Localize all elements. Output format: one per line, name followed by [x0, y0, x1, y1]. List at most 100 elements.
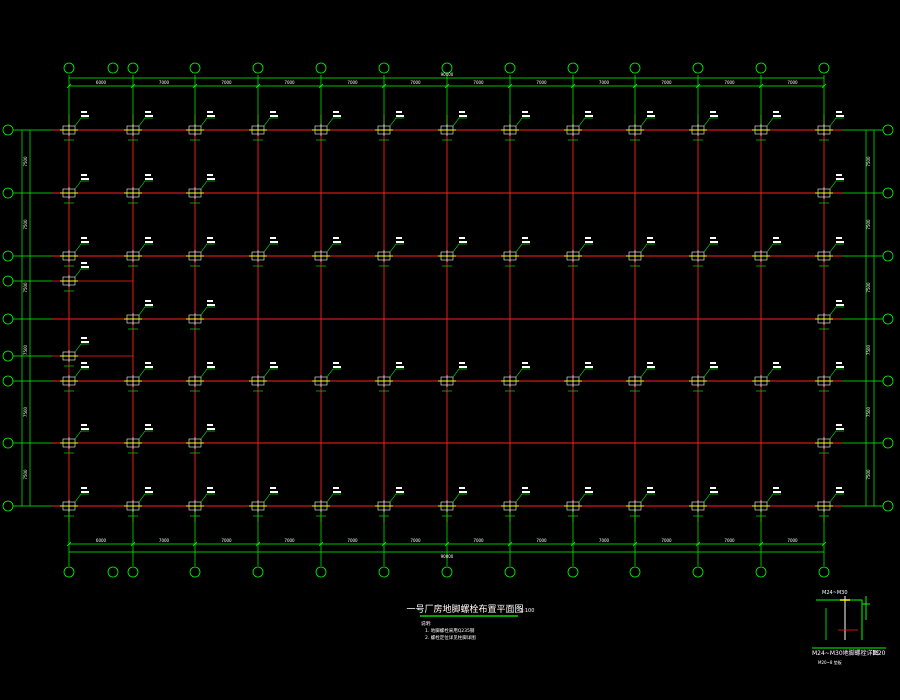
anchor-label-mark	[836, 241, 844, 243]
anchor-label-mark	[81, 237, 87, 239]
anchor-label-mark	[81, 337, 87, 339]
anchor-label-mark	[585, 366, 593, 368]
anchor-label-mark	[522, 115, 530, 117]
detail-title: M24~M30地脚螺栓详图	[812, 649, 879, 657]
anchor-label-mark	[207, 237, 213, 239]
row-dim-label-left: 7500	[23, 344, 28, 355]
anchor-label-mark	[773, 487, 779, 489]
span-dim-label-bottom: 7000	[473, 538, 484, 543]
anchor-label-mark	[145, 300, 151, 302]
span-dim-label-top: 7000	[724, 80, 735, 85]
row-dim-label-right: 7500	[866, 282, 871, 293]
span-dim-label-bottom: 7000	[724, 538, 735, 543]
row-dim-label-right: 7500	[866, 156, 871, 167]
detail-scale: 1:20	[872, 650, 886, 657]
span-dim-label-top: 7000	[284, 80, 295, 85]
anchor-label-mark	[836, 424, 842, 426]
anchor-label-mark	[270, 491, 278, 493]
anchor-label-mark	[81, 241, 89, 243]
span-dim-label-bottom: 7000	[347, 538, 358, 543]
anchor-label-mark	[773, 366, 781, 368]
row-dim-label-right: 7500	[866, 406, 871, 417]
anchor-label-mark	[81, 487, 87, 489]
cad-drawing-canvas: 6000 6000 7000 7000 7000 7000 7000 7000 7000 7000…	[0, 0, 900, 700]
main-title: 一号厂房地脚螺栓布置平面图	[406, 603, 523, 615]
drawing-background	[0, 0, 900, 700]
anchor-label-mark	[773, 362, 779, 364]
row-dim-label-left: 7500	[23, 469, 28, 480]
anchor-label-mark	[773, 241, 781, 243]
anchor-label-mark	[459, 115, 467, 117]
anchor-label-mark	[836, 487, 842, 489]
anchor-label-mark	[333, 237, 339, 239]
anchor-label-mark	[333, 111, 339, 113]
anchor-label-mark	[522, 241, 530, 243]
anchor-label-mark	[270, 366, 278, 368]
anchor-label-mark	[207, 362, 213, 364]
anchor-label-mark	[710, 237, 716, 239]
anchor-label-mark	[396, 366, 404, 368]
anchor-label-mark	[207, 115, 215, 117]
anchor-label-mark	[836, 178, 844, 180]
anchor-label-mark	[145, 487, 151, 489]
anchor-label-mark	[145, 304, 153, 306]
anchor-label-mark	[522, 237, 528, 239]
anchor-label-mark	[270, 111, 276, 113]
anchor-label-mark	[207, 300, 213, 302]
anchor-label-mark	[773, 491, 781, 493]
anchor-label-mark	[773, 115, 781, 117]
anchor-label-mark	[396, 241, 404, 243]
anchor-label-mark	[207, 304, 215, 306]
anchor-label-mark	[145, 178, 153, 180]
anchor-label-mark	[396, 491, 404, 493]
anchor-label-mark	[207, 111, 213, 113]
anchor-label-mark	[836, 300, 842, 302]
anchor-label-mark	[145, 424, 151, 426]
anchor-label-mark	[270, 241, 278, 243]
anchor-label-mark	[145, 366, 153, 368]
anchor-label-mark	[81, 111, 87, 113]
anchor-label-mark	[585, 241, 593, 243]
anchor-label-mark	[836, 362, 842, 364]
anchor-label-mark	[81, 424, 87, 426]
anchor-label-mark	[81, 266, 89, 268]
anchor-label-mark	[522, 487, 528, 489]
row-dim-label-left: 7500	[23, 219, 28, 230]
anchor-label-mark	[145, 362, 151, 364]
anchor-label-mark	[773, 237, 779, 239]
span-dim-label-bottom: 7000	[221, 538, 232, 543]
anchor-label-mark	[145, 111, 151, 113]
anchor-label-mark	[145, 174, 151, 176]
anchor-label-mark	[270, 237, 276, 239]
span-dim-label-top: 7000	[347, 80, 358, 85]
anchor-label-mark	[396, 115, 404, 117]
main-scale: 1:100	[520, 608, 534, 614]
anchor-label-mark	[207, 174, 213, 176]
anchor-label-mark	[81, 178, 89, 180]
span-dim-label-bottom: 7000	[159, 538, 170, 543]
overall-dim-label-bottom: 90000	[441, 554, 454, 559]
row-dim-label-right: 7500	[866, 219, 871, 230]
span-dim-label-bottom: 7000	[284, 538, 295, 543]
anchor-label-mark	[647, 115, 655, 117]
anchor-label-mark	[585, 115, 593, 117]
anchor-label-mark	[836, 115, 844, 117]
anchor-label-mark	[710, 487, 716, 489]
span-dim-label-top: 7000	[221, 80, 232, 85]
anchor-label-mark	[333, 115, 341, 117]
anchor-label-mark	[396, 237, 402, 239]
anchor-label-mark	[145, 237, 151, 239]
anchor-label-mark	[333, 366, 341, 368]
anchor-label-mark	[647, 362, 653, 364]
anchor-label-mark	[647, 111, 653, 113]
anchor-label-mark	[270, 115, 278, 117]
anchor-label-mark	[710, 111, 716, 113]
note-1: 1. 地脚螺栓采用Q235钢	[425, 627, 475, 634]
anchor-label-mark	[396, 362, 402, 364]
anchor-label-mark	[836, 304, 844, 306]
span-dim-label-top: 7000	[473, 80, 484, 85]
anchor-label-mark	[585, 111, 591, 113]
row-dim-label-right: 7500	[866, 344, 871, 355]
anchor-label-mark	[145, 491, 153, 493]
anchor-label-mark	[333, 362, 339, 364]
